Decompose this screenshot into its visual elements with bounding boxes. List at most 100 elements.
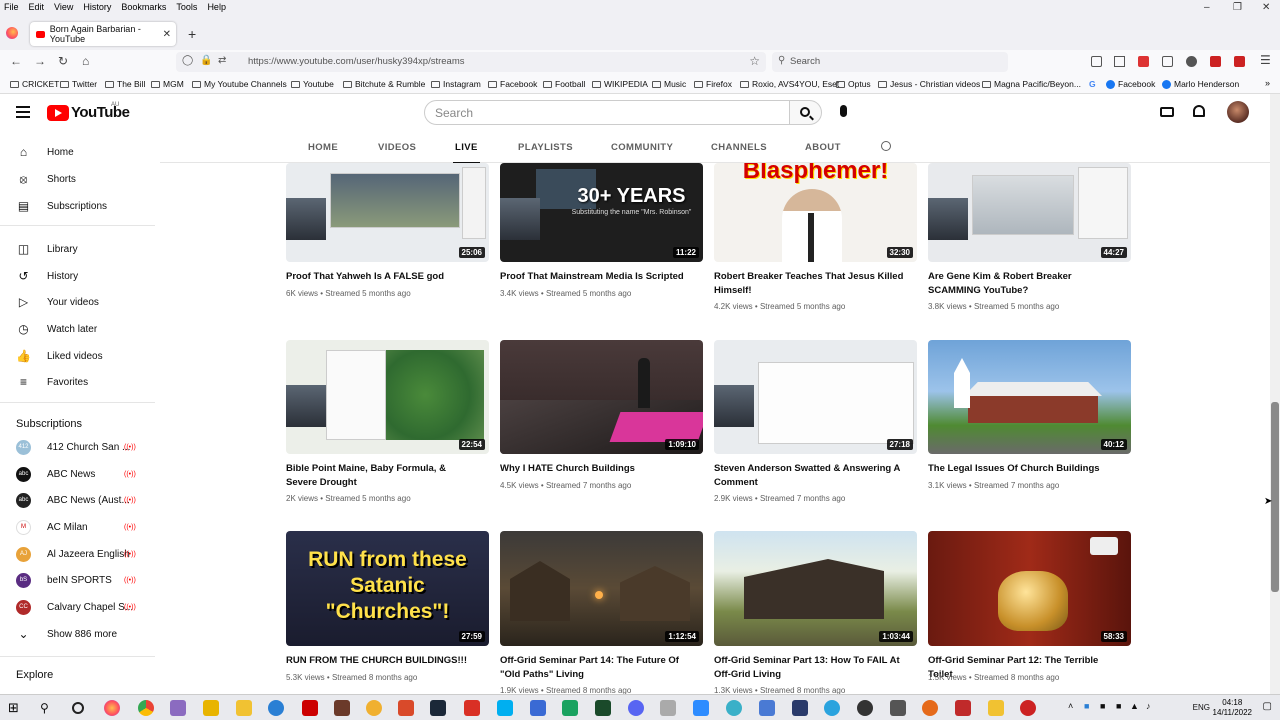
home-icon[interactable]: ⌂ xyxy=(82,54,89,68)
app-icon[interactable] xyxy=(268,700,284,716)
video-title[interactable]: Off-Grid Seminar Part 13: How To FAIL At… xyxy=(714,654,904,681)
app-icon[interactable] xyxy=(1020,700,1036,716)
shield-icon[interactable]: ◯ xyxy=(182,55,193,66)
bookmark-my-youtube-channels[interactable]: My Youtube Channels xyxy=(192,79,287,89)
close-tab-icon[interactable]: ✕ xyxy=(163,29,171,40)
bookmark-firefox[interactable]: Firefox xyxy=(694,79,732,89)
lock-icon[interactable]: 🔒 xyxy=(200,55,212,66)
sidebar-item-home[interactable]: ⌂ Home xyxy=(0,139,160,165)
app-icon[interactable] xyxy=(366,700,382,716)
steam-icon[interactable] xyxy=(430,700,446,716)
tab-home[interactable]: HOME xyxy=(308,142,338,153)
network-icon[interactable]: ▲ xyxy=(1130,701,1139,711)
url-bar[interactable]: ◯ 🔒 ⇄ https://www.youtube.com/user/husky… xyxy=(176,52,766,72)
youtube-search-button[interactable] xyxy=(789,100,822,125)
tray-icon[interactable]: ■ xyxy=(1084,701,1089,711)
browser-search-input[interactable]: ⚲ Search xyxy=(772,52,1008,72)
language-indicator[interactable]: ENG xyxy=(1193,703,1210,712)
windows-start-icon[interactable]: ⊞ xyxy=(8,700,24,716)
video-thumbnail[interactable]: 1:09:10 xyxy=(500,340,703,454)
search-icon[interactable]: ⚲ xyxy=(40,700,56,716)
bookmark-instagram[interactable]: Instagram xyxy=(431,79,481,89)
app-icon[interactable] xyxy=(759,700,775,716)
gmail-icon[interactable] xyxy=(464,700,480,716)
tray-icon[interactable]: ■ xyxy=(1116,701,1121,711)
bookmark-twitter[interactable]: Twitter xyxy=(60,79,97,89)
video-title[interactable]: The Legal Issues Of Church Buildings xyxy=(928,462,1118,476)
firefox-icon[interactable] xyxy=(6,27,18,39)
video-title[interactable]: Proof That Yahweh Is A FALSE god xyxy=(286,270,476,284)
app-icon[interactable] xyxy=(398,700,414,716)
cortana-icon[interactable] xyxy=(72,702,84,714)
video-title[interactable]: Are Gene Kim & Robert Breaker SCAMMING Y… xyxy=(928,270,1118,297)
new-tab-icon[interactable]: + xyxy=(188,26,196,42)
firefox-taskbar-icon[interactable] xyxy=(104,700,120,716)
tab-playlists[interactable]: PLAYLISTS xyxy=(518,142,573,153)
bookmark-facebook[interactable]: Facebook xyxy=(1106,79,1155,89)
video-thumbnail[interactable]: 30+ YEARS Substituting the name "Mrs. Ro… xyxy=(500,163,703,262)
hamburger-menu-icon[interactable] xyxy=(16,106,30,118)
video-title[interactable]: RUN FROM THE CHURCH BUILDINGS!!! xyxy=(286,654,476,668)
app-menu-icon[interactable]: ☰ xyxy=(1260,53,1271,67)
bookmark-wikipedia[interactable]: WIKIPEDIA xyxy=(592,79,648,89)
app-icon[interactable] xyxy=(203,700,219,716)
account-icon[interactable] xyxy=(1186,56,1197,67)
video-thumbnail[interactable]: Blasphemer! 32:30 xyxy=(714,163,917,262)
pocket-icon[interactable] xyxy=(1091,56,1102,67)
video-thumbnail[interactable]: 22:54 xyxy=(286,340,489,454)
bookmark-star-icon[interactable]: ☆ xyxy=(749,54,760,68)
menu-edit[interactable]: Edit xyxy=(29,2,45,12)
youtube-logo[interactable]: YouTube AU xyxy=(47,102,130,121)
video-thumbnail[interactable]: 25:06 xyxy=(286,163,489,262)
app-icon[interactable] xyxy=(302,700,318,716)
tray-overflow-icon[interactable]: ˄ xyxy=(1068,701,1073,711)
app-icon[interactable] xyxy=(955,700,971,716)
avatar[interactable] xyxy=(1227,101,1249,123)
page-scrollbar[interactable] xyxy=(1270,94,1280,694)
menu-tools[interactable]: Tools xyxy=(176,2,197,12)
addon-icon[interactable] xyxy=(1210,56,1221,67)
sidebar-toggle-icon[interactable] xyxy=(1162,56,1173,67)
video-title[interactable]: Steven Anderson Swatted & Answering A Co… xyxy=(714,462,904,489)
minimize-icon[interactable]: – xyxy=(1204,2,1210,13)
restore-icon[interactable]: ❐ xyxy=(1233,2,1242,13)
back-icon[interactable]: ← xyxy=(10,54,22,68)
permissions-icon[interactable]: ⇄ xyxy=(218,55,226,66)
bookmark-bitchute-rumble[interactable]: Bitchute & Rumble xyxy=(343,79,425,89)
tab-channels[interactable]: CHANNELS xyxy=(711,142,767,153)
app-icon[interactable] xyxy=(890,700,906,716)
volume-icon[interactable]: ♪ xyxy=(1146,701,1151,711)
app-icon[interactable] xyxy=(922,700,938,716)
tab-videos[interactable]: VIDEOS xyxy=(378,142,416,153)
video-title[interactable]: Off-Grid Seminar Part 14: The Future Of … xyxy=(500,654,690,681)
video-thumbnail[interactable]: 27:18 xyxy=(714,340,917,454)
url-text[interactable]: https://www.youtube.com/user/husky394xp/… xyxy=(248,56,465,67)
microphone-icon[interactable] xyxy=(840,105,847,117)
bookmark-jesus-videos[interactable]: Jesus - Christian videos xyxy=(878,79,980,89)
notifications-bell-icon[interactable] xyxy=(1193,105,1205,117)
system-clock[interactable]: 04:18 14/11/2022 xyxy=(1213,698,1252,718)
menu-help[interactable]: Help xyxy=(207,2,226,12)
forward-icon[interactable]: → xyxy=(34,54,46,68)
video-thumbnail[interactable]: 40:12 xyxy=(928,340,1131,454)
tab-live[interactable]: LIVE xyxy=(453,142,480,164)
app-icon[interactable] xyxy=(792,700,808,716)
app-icon[interactable] xyxy=(334,700,350,716)
bookmark-mgm[interactable]: MGM xyxy=(151,79,184,89)
bookmark-google[interactable]: G xyxy=(1089,79,1096,89)
app-icon[interactable] xyxy=(726,700,742,716)
zoom-icon[interactable] xyxy=(693,700,709,716)
bookmark-the-bill[interactable]: The Bill xyxy=(105,79,145,89)
app-icon[interactable] xyxy=(170,700,186,716)
app-icon[interactable] xyxy=(562,700,578,716)
app-icon[interactable] xyxy=(530,700,546,716)
menu-view[interactable]: View xyxy=(54,2,73,12)
skype-icon[interactable] xyxy=(497,700,513,716)
browser-tab[interactable]: Born Again Barbarian - YouTube ✕ xyxy=(30,22,176,46)
tab-about[interactable]: ABOUT xyxy=(805,142,841,153)
app-icon[interactable] xyxy=(988,700,1004,716)
notifications-icon[interactable]: ▢ xyxy=(1263,701,1272,712)
file-explorer-icon[interactable] xyxy=(236,700,252,716)
audition-icon[interactable] xyxy=(595,700,611,716)
video-title[interactable]: Robert Breaker Teaches That Jesus Killed… xyxy=(714,270,904,297)
